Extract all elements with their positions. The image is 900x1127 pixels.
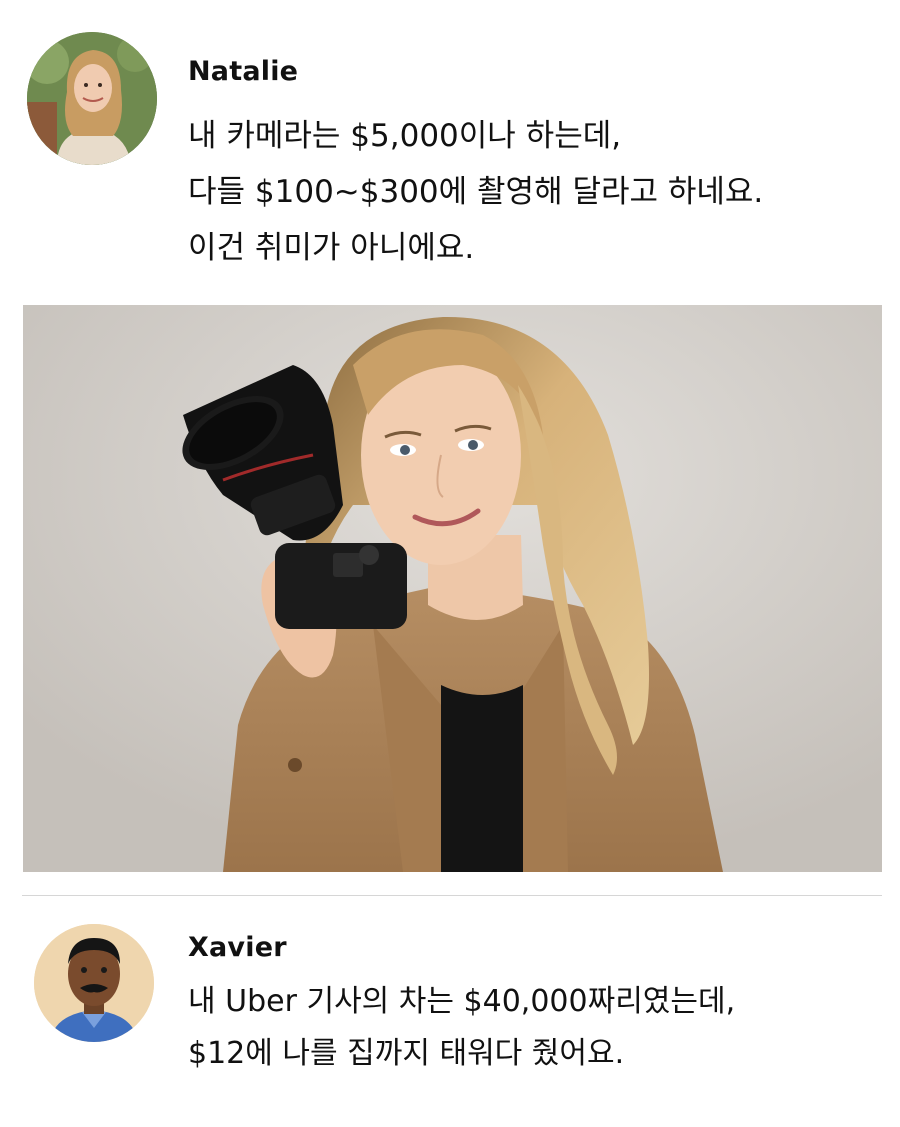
post-natalie: Natalie 내 카메라는 $5,000이나 하는데, 다들 $100~$30… <box>0 0 900 880</box>
xavier-message: 내 Uber 기사의 차는 $40,000짜리였는데, $12에 나를 집까지 … <box>188 976 735 1080</box>
message-line: 다들 $100~$300에 촬영해 달라고 하네요. <box>188 174 764 210</box>
message-line: 내 카메라는 $5,000이나 하는데, <box>188 118 622 154</box>
xavier-avatar[interactable] <box>34 924 154 1042</box>
natalie-message: 내 카메라는 $5,000이나 하는데, 다들 $100~$300에 촬영해 달… <box>188 108 763 276</box>
message-line: 이건 취미가 아니에요. <box>188 230 475 266</box>
post-photo[interactable] <box>23 305 882 872</box>
message-line: 내 Uber 기사의 차는 $40,000짜리였는데, <box>188 984 736 1019</box>
natalie-avatar[interactable] <box>27 32 157 165</box>
post-xavier: Xavier 내 Uber 기사의 차는 $40,000짜리였는데, $12에 … <box>0 896 900 1127</box>
natalie-username[interactable]: Natalie <box>188 56 298 87</box>
xavier-avatar-image <box>34 924 154 1042</box>
woman-with-camera-image <box>23 305 882 872</box>
message-line: $12에 나를 집까지 태워다 줬어요. <box>188 1036 625 1071</box>
xavier-username[interactable]: Xavier <box>188 932 287 963</box>
natalie-avatar-image <box>27 32 157 165</box>
